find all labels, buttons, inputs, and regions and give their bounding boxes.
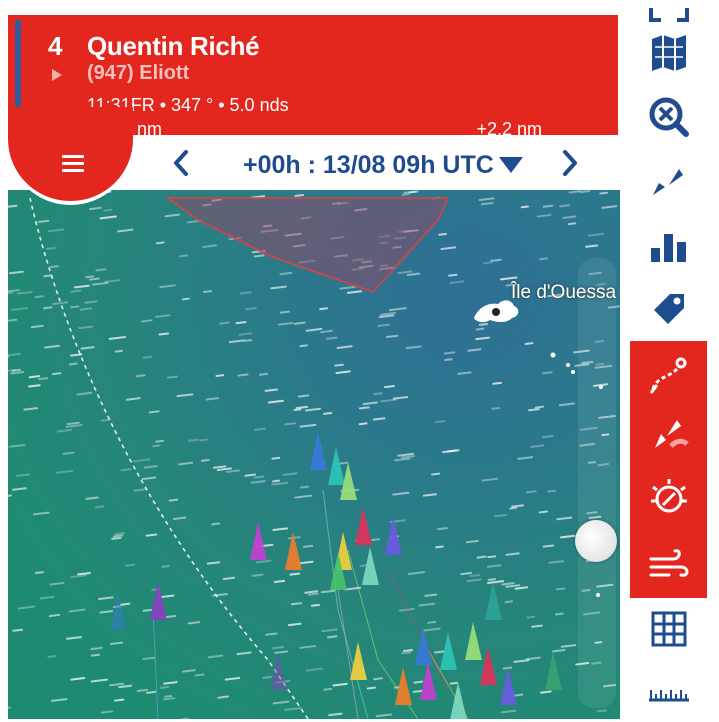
boat-sail[interactable] xyxy=(500,667,517,705)
boat-sail[interactable] xyxy=(415,627,432,665)
boat-sail[interactable] xyxy=(385,517,402,555)
grid-icon xyxy=(650,610,688,648)
time-slider-knob[interactable] xyxy=(575,520,617,562)
previous-time-button[interactable] xyxy=(171,149,191,182)
chevron-right-icon xyxy=(560,149,580,177)
wind-icon xyxy=(647,545,691,585)
zoom-search-icon xyxy=(648,96,690,138)
race-map[interactable] xyxy=(8,190,620,719)
boat-sail[interactable] xyxy=(270,652,287,690)
boat-sail[interactable] xyxy=(485,582,502,620)
skipper-name: Quentin Riché xyxy=(87,31,259,62)
time-slider-track[interactable] xyxy=(578,258,616,708)
wind-button[interactable] xyxy=(630,534,707,596)
boat-sail[interactable] xyxy=(310,432,327,470)
ruler-icon xyxy=(647,676,691,706)
sun-compass-icon xyxy=(647,475,691,519)
route-icon xyxy=(647,353,691,397)
grid-button[interactable] xyxy=(630,598,707,660)
time-bar: +00h : 13/08 09h UTC xyxy=(133,135,618,190)
boat-sail[interactable] xyxy=(450,682,467,719)
chevron-left-icon xyxy=(171,149,191,177)
boat-name: (947) Eliott xyxy=(87,62,189,85)
rank-number: 4 xyxy=(48,31,62,62)
boats-button[interactable] xyxy=(630,150,707,212)
boat-sail[interactable] xyxy=(150,582,167,620)
map-layers-button[interactable] xyxy=(630,22,707,84)
hamburger-icon xyxy=(62,155,84,173)
fleet-icon xyxy=(649,416,689,454)
time-label: +00h : 13/08 09h UTC xyxy=(243,151,494,180)
map-layers-icon xyxy=(649,33,689,73)
exclusion-zone xyxy=(168,198,448,292)
tag-button[interactable] xyxy=(630,278,707,340)
fleet-button[interactable] xyxy=(630,404,707,466)
play-icon[interactable] xyxy=(52,69,62,81)
island-label: Île d'Ouessa xyxy=(511,282,616,304)
next-time-button[interactable] xyxy=(560,149,580,182)
boat-sail[interactable] xyxy=(250,522,267,560)
chevron-down-icon[interactable] xyxy=(499,157,523,173)
boat-sail[interactable] xyxy=(545,652,562,690)
boat-sail[interactable] xyxy=(465,622,482,660)
boat-sail[interactable] xyxy=(355,507,372,545)
boat-sail[interactable] xyxy=(395,667,412,705)
route-button[interactable] xyxy=(630,344,707,406)
boat-sail[interactable] xyxy=(480,647,497,685)
map-canvas[interactable] xyxy=(8,190,620,719)
ruler-button[interactable] xyxy=(630,660,707,722)
zoom-button[interactable] xyxy=(630,86,707,148)
course-line xyxy=(30,198,308,719)
tag-icon xyxy=(650,290,688,328)
fleet-boats[interactable] xyxy=(110,432,562,719)
sun-compass-button[interactable] xyxy=(630,466,707,528)
boat-sail[interactable] xyxy=(328,447,345,485)
ranking-bars-icon xyxy=(649,230,689,264)
menu-button[interactable] xyxy=(8,107,133,201)
boats-icon xyxy=(649,163,689,199)
ranking-button[interactable] xyxy=(630,216,707,278)
